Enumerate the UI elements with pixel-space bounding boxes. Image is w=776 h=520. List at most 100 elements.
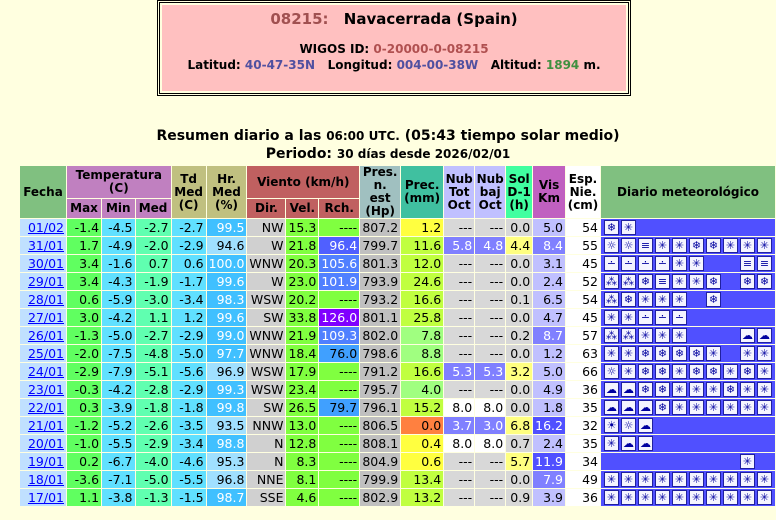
wind-dir-cell: SW <box>247 399 286 416</box>
date-link[interactable]: 17/01 <box>28 490 64 505</box>
date-link[interactable]: 29/01 <box>28 274 64 289</box>
pressure-cell: 796.1 <box>360 399 401 416</box>
temp-med-cell: -5.1 <box>135 363 171 380</box>
temp-med-cell: -4.0 <box>135 453 171 470</box>
temp-min-cell: -7.9 <box>102 363 135 380</box>
weather-icons: ∸ ∸ ∸ ∸ ✳ ✳ ≡ ≡ <box>603 255 773 272</box>
rain-icon: ∸ <box>604 256 619 271</box>
sunshine-cell: 0.0 <box>506 273 533 290</box>
date-link[interactable]: 28/01 <box>28 292 64 307</box>
wind-dir-cell: WNW <box>247 255 286 272</box>
humidity-cell: 99.3 <box>206 381 247 398</box>
humidity-cell: 95.3 <box>206 453 247 470</box>
snow-heavy-icon: ❄ <box>655 346 670 361</box>
snow-icon: ✳ <box>706 400 721 415</box>
cloud-total-cell: --- <box>444 291 475 308</box>
empty-slot <box>689 310 704 325</box>
snow-depth-cell: 63 <box>566 345 600 362</box>
precip-cell: 8.8 <box>401 345 444 362</box>
weather-icons: ✳ ☁ ☁ <box>603 435 773 452</box>
wind-vel-cell: 8.1 <box>286 471 319 488</box>
snow-icon: ✳ <box>672 292 687 307</box>
empty-slot <box>706 454 721 469</box>
table-row: 20/01 -1.0 -5.5 -2.9 -3.4 98.8 N 12.8 ---- 808.1 0… <box>20 435 775 452</box>
station-info-panel: 08215: Navacerrada (Spain) WIGOS ID: 0-2… <box>162 5 626 91</box>
temp-min-cell: -4.2 <box>102 309 135 326</box>
humidity-cell: 94.6 <box>206 237 247 254</box>
weather-icons: ☼ ✳ ❄ ❄ ✳ ❄ ❄ ✳ ❄ ✳ <box>603 363 773 380</box>
date-link[interactable]: 01/02 <box>28 220 64 235</box>
snow-icon: ✳ <box>757 364 772 379</box>
temp-min-cell: -4.9 <box>102 237 135 254</box>
table-row: 31/01 1.7 -4.9 -2.0 -2.9 94.6 W 21.8 96.4 799.7 11… <box>20 237 775 254</box>
temp-med-cell: -2.6 <box>135 417 171 434</box>
wind-dir-cell: W <box>247 237 286 254</box>
temp-min-cell: -5.5 <box>102 435 135 452</box>
snow-heavy-icon: ❄ <box>689 238 704 253</box>
wind-dir-cell: WSW <box>247 381 286 398</box>
weather-diary-cell: ✳ ✳ ❄ ❄ ❄ ❄ ✳ ✳ ✳ <box>601 345 775 362</box>
date-link[interactable]: 19/01 <box>28 454 64 469</box>
snow-icon: ✳ <box>672 400 687 415</box>
fog-icon: ≡ <box>655 274 670 289</box>
date-link[interactable]: 24/01 <box>28 364 64 379</box>
cloud-low-cell: --- <box>475 327 506 344</box>
date-link[interactable]: 30/01 <box>28 256 64 271</box>
empty-slot <box>638 454 653 469</box>
snow-icon: ✳ <box>757 472 772 487</box>
temp-min-cell: -7.1 <box>102 471 135 488</box>
wind-vel-cell: 18.4 <box>286 345 319 362</box>
weather-diary-cell: ✳ ☁ ☁ <box>601 435 775 452</box>
weather-icons: ☀ ☼ ☁ <box>603 417 773 434</box>
temp-min-cell: -5.2 <box>102 417 135 434</box>
date-link[interactable]: 23/01 <box>28 382 64 397</box>
sunshine-cell: 6.8 <box>506 417 533 434</box>
cloud-total-cell: 8.0 <box>444 399 475 416</box>
date-link[interactable]: 21/01 <box>28 418 64 433</box>
date-link[interactable]: 27/01 <box>28 310 64 325</box>
date-link[interactable]: 20/01 <box>28 436 64 451</box>
cloud-low-cell: 4.8 <box>475 237 506 254</box>
snow-heavy-icon: ❄ <box>689 364 704 379</box>
date-link[interactable]: 26/01 <box>28 328 64 343</box>
cloud-low-cell: --- <box>475 345 506 362</box>
sunshine-cell: 0.0 <box>506 219 533 236</box>
date-link[interactable]: 31/01 <box>28 238 64 253</box>
wind-gust-cell: 101.9 <box>319 273 360 290</box>
precip-cell: 1.2 <box>401 219 444 236</box>
date-cell: 27/01 <box>20 309 66 326</box>
temp-med-cell: -1.3 <box>135 489 171 506</box>
snow-heavy-icon: ❄ <box>706 292 721 307</box>
cloud-low-cell: --- <box>475 219 506 236</box>
wind-dir-cell: NNW <box>247 417 286 434</box>
humidity-cell: 99.0 <box>206 327 247 344</box>
temp-min-cell: -3.9 <box>102 399 135 416</box>
date-link[interactable]: 18/01 <box>28 472 64 487</box>
wind-dir-cell: WNW <box>247 327 286 344</box>
cloud-total-cell: --- <box>444 345 475 362</box>
snow-icon: ✳ <box>604 346 619 361</box>
visibility-cell: 1.8 <box>533 399 565 416</box>
daily-summary-table: Fecha Temperatura (C) Td Med (C) Hr. Med… <box>19 165 776 507</box>
snow-icon: ✳ <box>723 238 738 253</box>
pressure-cell: 793.2 <box>360 291 401 308</box>
temp-min-cell: -5.9 <box>102 291 135 308</box>
wind-vel-cell: 20.3 <box>286 255 319 272</box>
date-cell: 17/01 <box>20 489 66 506</box>
sun-snow-icon: ☼ <box>604 238 619 253</box>
empty-slot <box>723 328 738 343</box>
snow-icon: ✳ <box>604 436 619 451</box>
cloud-low-cell: 8.0 <box>475 435 506 452</box>
date-link[interactable]: 22/01 <box>28 400 64 415</box>
pressure-cell: 804.9 <box>360 453 401 470</box>
wind-dir-cell: N <box>247 453 286 470</box>
empty-slot <box>740 310 755 325</box>
fog-icon: ≡ <box>740 256 755 271</box>
period-label: Periodo: <box>265 146 333 162</box>
rain-icon: ∸ <box>655 310 670 325</box>
snow-depth-cell: 45 <box>566 309 600 326</box>
date-link[interactable]: 25/01 <box>28 346 64 361</box>
sunshine-cell: 0.0 <box>506 309 533 326</box>
snow-heavy-icon: ❄ <box>740 274 755 289</box>
latitude-label: Latitud: <box>187 58 241 72</box>
